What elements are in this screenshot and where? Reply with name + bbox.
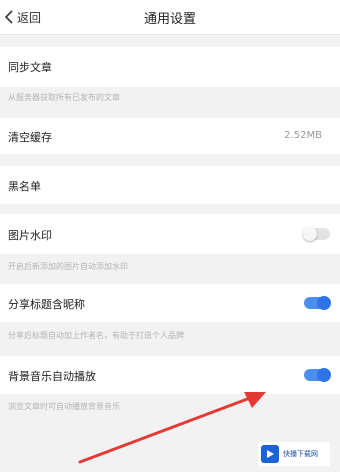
image-watermark-label: 图片水印	[8, 229, 52, 242]
header-bar: 返回 通用设置	[0, 0, 340, 35]
share-nickname-row: 分享标题含昵称	[0, 284, 340, 322]
sync-articles-label: 同步文章	[8, 61, 52, 74]
share-nickname-toggle[interactable]	[304, 296, 331, 310]
image-watermark-row: 图片水印	[0, 214, 340, 254]
blacklist-row[interactable]: 黑名单	[0, 166, 340, 204]
image-watermark-toggle[interactable]	[303, 227, 330, 241]
share-nickname-label: 分享标题含昵称	[8, 298, 85, 311]
toggle-knob	[317, 368, 331, 382]
blacklist-label: 黑名单	[8, 180, 41, 193]
bgm-autoplay-row: 背景音乐自动播放	[0, 356, 340, 394]
image-watermark-desc: 开启后新添加的图片自动添加水印	[8, 262, 128, 271]
toggle-knob	[303, 227, 317, 241]
clear-cache-row[interactable]: 清空缓存 2.52MB	[0, 118, 340, 154]
page-title: 通用设置	[143, 12, 196, 27]
site-watermark: 快播下载网	[258, 442, 330, 466]
cache-size-value: 2.52MB	[284, 130, 322, 141]
site-watermark-text: 快播下载网	[283, 450, 318, 458]
bgm-autoplay-toggle[interactable]	[304, 368, 331, 382]
site-logo-icon	[261, 445, 279, 463]
bgm-autoplay-desc: 浏览文章时可自动播放背景音乐	[8, 402, 120, 411]
sync-articles-row[interactable]: 同步文章	[0, 47, 340, 87]
toggle-knob	[317, 296, 331, 310]
sync-articles-desc: 从服务器获取所有已发布的文章	[8, 93, 120, 102]
share-nickname-desc: 分享后标题自动加上作者名，有助于打造个人品牌	[8, 331, 184, 340]
clear-cache-label: 清空缓存	[8, 131, 52, 144]
bgm-autoplay-label: 背景音乐自动播放	[8, 370, 96, 383]
